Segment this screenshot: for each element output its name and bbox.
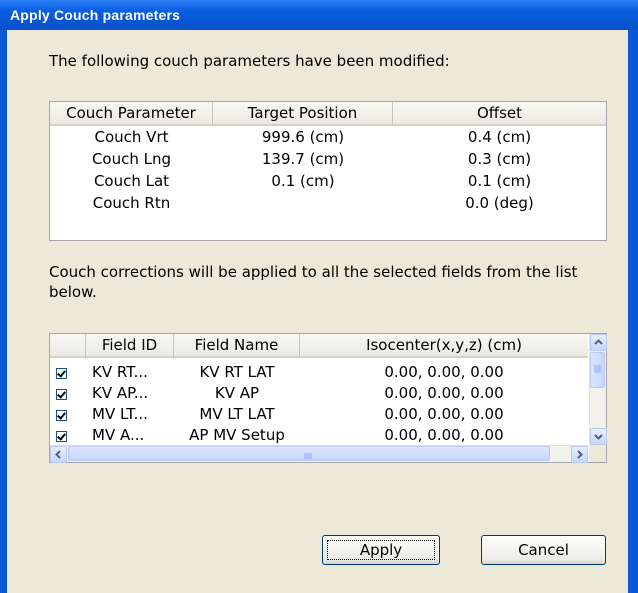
target-position-value: 999.6 (cm) xyxy=(261,128,345,146)
field-id: KV RT... xyxy=(92,363,148,381)
chevron-up-icon xyxy=(594,339,603,345)
vertical-scrollbar[interactable] xyxy=(589,334,607,445)
apply-button[interactable]: Apply xyxy=(322,535,440,565)
isocenter-value: 0.00, 0.00, 0.00 xyxy=(384,384,504,402)
grip-icon xyxy=(594,365,601,373)
scroll-corner xyxy=(589,445,606,462)
scroll-left-button[interactable] xyxy=(50,446,67,463)
col-couch-parameter[interactable]: Couch Parameter xyxy=(50,102,213,126)
fields-list[interactable]: Field ID Field Name Isocenter(x,y,z) (cm… xyxy=(49,333,607,463)
field-name: KV AP xyxy=(214,384,260,402)
scroll-right-button[interactable] xyxy=(571,446,588,463)
offset-value: 0.4 (cm) xyxy=(467,128,532,146)
row-checkbox[interactable] xyxy=(56,368,67,379)
col-field-id[interactable]: Field ID xyxy=(86,334,174,358)
scroll-up-button[interactable] xyxy=(590,334,607,351)
vertical-scroll-thumb[interactable] xyxy=(590,352,605,388)
couch-param-name: Couch Rtn xyxy=(92,194,171,212)
table-row[interactable]: MV A... AP MV Setup 0.00, 0.00, 0.00 xyxy=(50,424,588,446)
field-name: KV RT LAT xyxy=(199,363,275,381)
offset-value: 0.1 (cm) xyxy=(467,172,532,190)
cancel-button[interactable]: Cancel xyxy=(481,535,606,565)
row-checkbox[interactable] xyxy=(56,389,67,400)
col-isocenter[interactable]: Isocenter(x,y,z) (cm) xyxy=(300,334,588,358)
dialog-body: The following couch parameters have been… xyxy=(7,30,628,593)
horizontal-scrollbar[interactable] xyxy=(50,445,588,463)
target-position-value: 139.7 (cm) xyxy=(261,150,345,168)
field-id: KV AP... xyxy=(92,384,149,402)
col-offset[interactable]: Offset xyxy=(393,102,606,126)
apply-couch-dialog: Apply Couch parameters The following cou… xyxy=(0,0,638,593)
col-field-name[interactable]: Field Name xyxy=(174,334,300,358)
horizontal-scroll-thumb[interactable] xyxy=(68,446,550,461)
isocenter-value: 0.00, 0.00, 0.00 xyxy=(384,363,504,381)
field-name: AP MV Setup xyxy=(189,426,285,444)
field-name: MV LT LAT xyxy=(199,405,275,423)
col-target-position[interactable]: Target Position xyxy=(213,102,393,126)
field-id: MV LT... xyxy=(92,405,148,423)
couch-param-name: Couch Lat xyxy=(93,172,170,190)
chevron-left-icon xyxy=(55,450,61,459)
focus-rectangle xyxy=(327,540,435,560)
corrections-note: Couch corrections will be applied to all… xyxy=(49,263,578,301)
col-select[interactable] xyxy=(50,334,86,358)
chevron-down-icon xyxy=(594,434,603,440)
offset-value: 0.3 (cm) xyxy=(467,150,532,168)
couch-param-name: Couch Vrt xyxy=(94,128,169,146)
isocenter-value: 0.00, 0.00, 0.00 xyxy=(384,426,504,444)
field-id: MV A... xyxy=(92,426,145,444)
cancel-button-label: Cancel xyxy=(518,541,569,559)
isocenter-value: 0.00, 0.00, 0.00 xyxy=(384,405,504,423)
target-position-value: 0.1 (cm) xyxy=(271,172,335,190)
chevron-right-icon xyxy=(577,450,583,459)
couch-param-name: Couch Lng xyxy=(91,150,172,168)
offset-value: 0.0 (deg) xyxy=(465,194,534,212)
row-checkbox[interactable] xyxy=(56,410,67,421)
couch-parameters-table: Couch Parameter Target Position Offset C… xyxy=(49,101,607,241)
grip-icon xyxy=(304,453,312,459)
row-checkbox[interactable] xyxy=(56,431,67,442)
intro-text: The following couch parameters have been… xyxy=(49,52,450,70)
dialog-title: Apply Couch parameters xyxy=(10,7,181,23)
scroll-down-button[interactable] xyxy=(590,428,607,445)
title-bar[interactable]: Apply Couch parameters xyxy=(0,0,638,30)
